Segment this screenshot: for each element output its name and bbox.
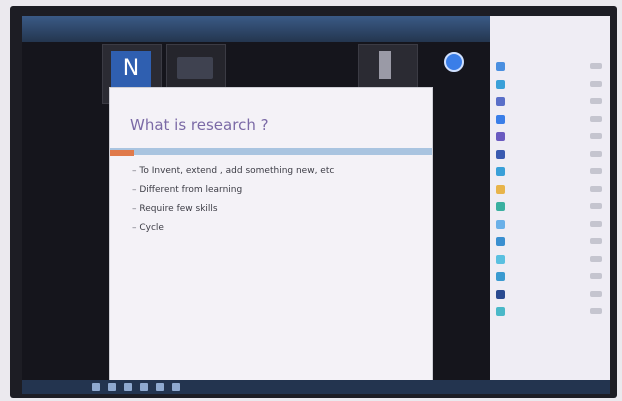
mic-status-icon xyxy=(590,220,602,227)
taskbar-app-icon[interactable] xyxy=(124,383,132,391)
mic-status-icon xyxy=(590,150,602,157)
participant-row[interactable] xyxy=(496,165,606,181)
participant-row[interactable] xyxy=(496,288,606,304)
participant-row[interactable] xyxy=(496,95,606,111)
presentation-slide: What is research ? To Invent, extend , a… xyxy=(110,88,432,386)
participant-avatar-icon xyxy=(496,167,505,176)
video-thumbnail xyxy=(177,57,213,79)
mic-status-icon xyxy=(590,238,602,244)
participant-row[interactable] xyxy=(496,253,606,269)
slide-bullet: To Invent, extend , add something new, e… xyxy=(132,166,334,176)
mic-status-icon xyxy=(590,80,602,87)
participant-avatar-icon xyxy=(496,184,505,194)
participant-avatar-icon xyxy=(496,62,505,71)
participant-avatar-icon xyxy=(496,149,505,159)
participant-row[interactable] xyxy=(496,113,606,129)
participant-row[interactable] xyxy=(496,305,606,321)
participant-row[interactable] xyxy=(496,183,606,199)
mic-status-icon xyxy=(590,203,602,209)
participant-row[interactable] xyxy=(496,78,606,94)
slide-title: What is research ? xyxy=(130,116,269,134)
participant-avatar-icon xyxy=(496,79,505,89)
mic-status-icon xyxy=(590,63,602,69)
mic-status-icon xyxy=(590,290,602,297)
taskbar xyxy=(22,380,610,394)
participant-avatar-icon xyxy=(496,307,505,316)
participant-avatar-icon xyxy=(496,272,505,281)
meeting-screen: N What is research ? To Invent, extend ,… xyxy=(22,16,610,394)
participants-panel xyxy=(490,16,610,394)
participant-avatar-icon xyxy=(496,114,505,124)
slide-bullet: Cycle xyxy=(132,223,334,233)
participant-avatar-icon xyxy=(496,202,505,211)
mic-status-icon xyxy=(590,168,602,174)
participant-row[interactable] xyxy=(496,130,606,146)
participant-avatar-icon xyxy=(496,219,505,229)
taskbar-app-icon[interactable] xyxy=(92,383,100,391)
mic-status-icon xyxy=(590,133,602,139)
taskbar-app-icon[interactable] xyxy=(156,383,164,391)
participant-avatar-icon xyxy=(496,254,505,264)
slide-bullet: Different from learning xyxy=(132,185,334,195)
participant-row[interactable] xyxy=(496,148,606,164)
slide-title-accent xyxy=(110,150,134,156)
participant-row[interactable] xyxy=(496,235,606,251)
mic-status-icon xyxy=(590,98,602,104)
slide-bullet: Require few skills xyxy=(132,204,334,214)
mic-status-icon xyxy=(590,255,602,262)
participant-row[interactable] xyxy=(496,60,606,76)
person-figure xyxy=(379,51,391,79)
taskbar-app-icon[interactable] xyxy=(140,383,148,391)
participant-avatar-icon xyxy=(496,97,505,106)
mic-status-icon xyxy=(590,115,602,122)
participant-list xyxy=(496,60,606,323)
participant-avatar-icon xyxy=(496,132,505,141)
participant-row[interactable] xyxy=(496,218,606,234)
mic-status-icon xyxy=(590,185,602,192)
taskbar-app-icon[interactable] xyxy=(172,383,180,391)
slide-title-bar xyxy=(110,148,432,155)
taskbar-app-icon[interactable] xyxy=(108,383,116,391)
participant-avatar-icon xyxy=(496,289,505,299)
participant-avatar-icon xyxy=(496,237,505,246)
top-bar xyxy=(22,16,490,42)
avatar: N xyxy=(111,51,151,87)
mic-status-icon xyxy=(590,273,602,279)
participant-row[interactable] xyxy=(496,200,606,216)
slide-bullet-list: To Invent, extend , add something new, e… xyxy=(132,166,334,242)
app-icon-button[interactable] xyxy=(444,52,464,72)
mic-status-icon xyxy=(590,308,602,314)
participant-row[interactable] xyxy=(496,270,606,286)
